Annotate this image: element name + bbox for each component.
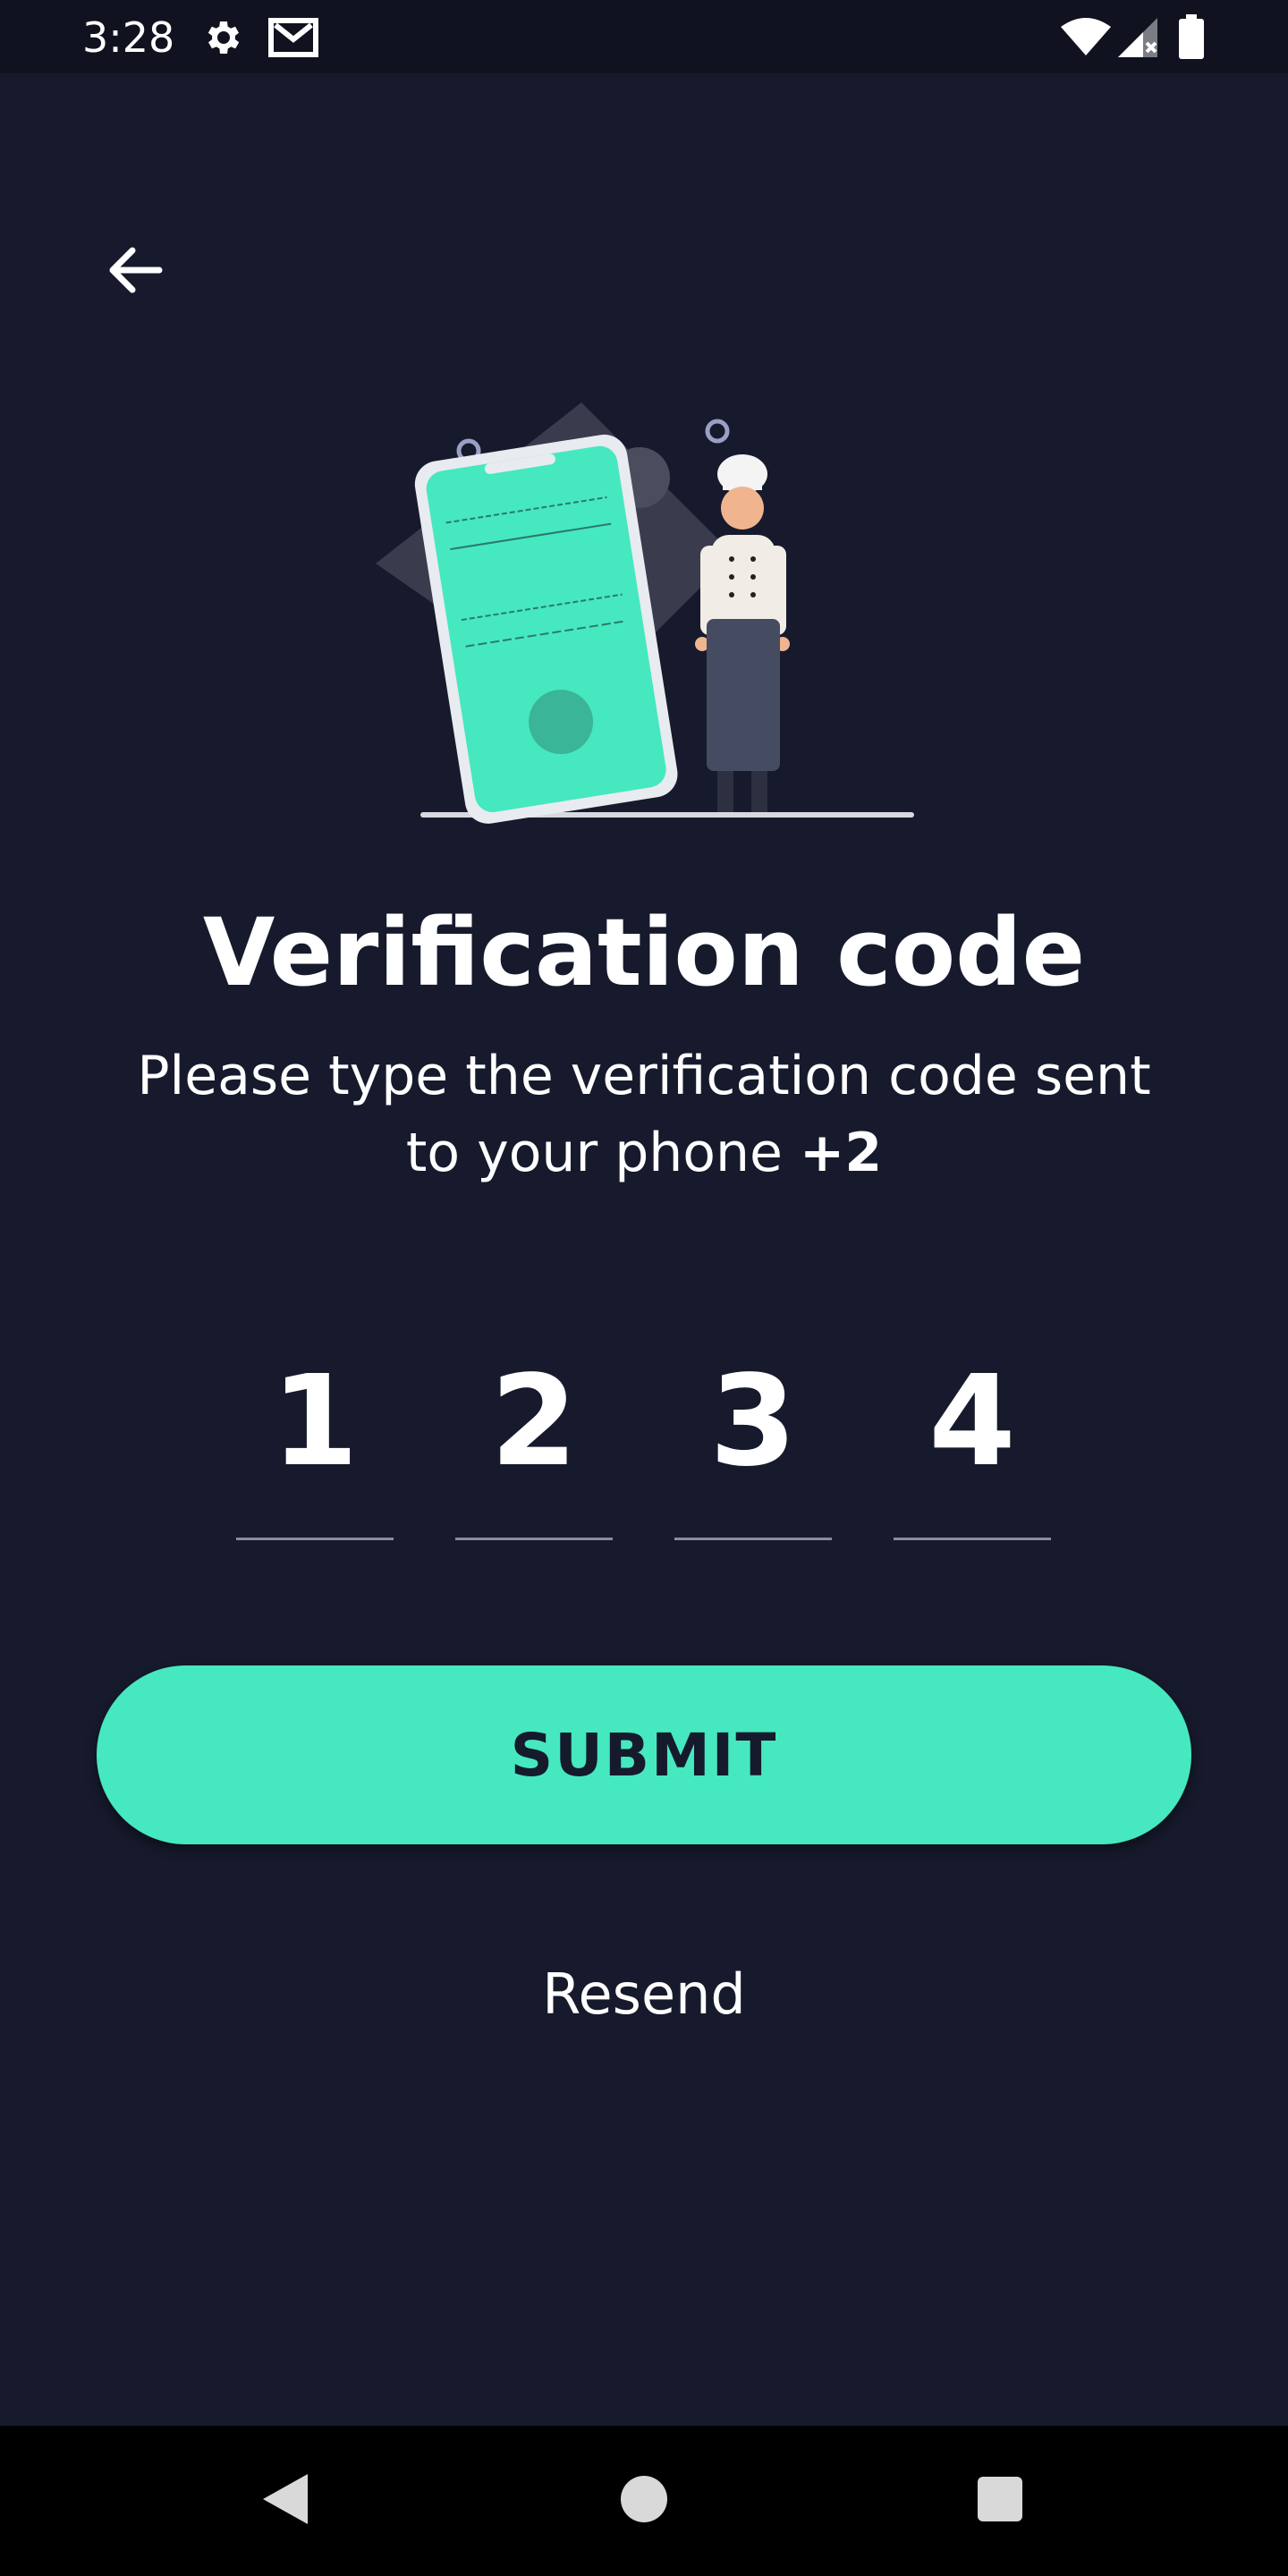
page-title: Verification code <box>202 898 1086 1007</box>
gear-icon <box>202 16 245 63</box>
code-digit: 1 <box>271 1349 359 1495</box>
wifi-icon <box>1061 18 1111 61</box>
recents-square-icon <box>976 2475 1024 2527</box>
verification-instructions: Please type the verification code sent t… <box>107 1038 1181 1191</box>
code-input-4[interactable]: 4 <box>894 1333 1051 1540</box>
code-input-1[interactable]: 1 <box>236 1333 394 1540</box>
system-nav-bar <box>0 2426 1288 2576</box>
phone-number: +2 <box>800 1122 883 1184</box>
signal-icon <box>1118 18 1159 61</box>
code-digit: 4 <box>928 1349 1016 1495</box>
resend-link[interactable]: Resend <box>465 1950 823 2039</box>
back-triangle-icon <box>258 2470 311 2531</box>
status-time: 3:28 <box>82 13 175 62</box>
nav-back-button[interactable] <box>249 2465 320 2537</box>
code-digit: 2 <box>490 1349 578 1495</box>
code-underline <box>236 1538 394 1540</box>
instructions-text: Please type the verification code sent t… <box>137 1045 1151 1184</box>
battery-icon <box>1179 14 1204 63</box>
status-bar: 3:28 <box>0 0 1288 73</box>
code-underline <box>674 1538 832 1540</box>
code-underline <box>894 1538 1051 1540</box>
gmail-icon <box>268 18 318 61</box>
code-underline <box>455 1538 613 1540</box>
submit-button[interactable]: SUBMIT <box>97 1665 1191 1844</box>
code-input-3[interactable]: 3 <box>674 1333 832 1540</box>
chef-phone-illustration <box>358 385 930 832</box>
home-circle-icon <box>619 2474 669 2528</box>
code-input-2[interactable]: 2 <box>455 1333 613 1540</box>
nav-recents-button[interactable] <box>964 2465 1036 2537</box>
nav-home-button[interactable] <box>608 2465 680 2537</box>
arrow-left-icon <box>106 245 163 299</box>
back-button[interactable] <box>97 234 172 309</box>
code-digit: 3 <box>709 1349 797 1495</box>
